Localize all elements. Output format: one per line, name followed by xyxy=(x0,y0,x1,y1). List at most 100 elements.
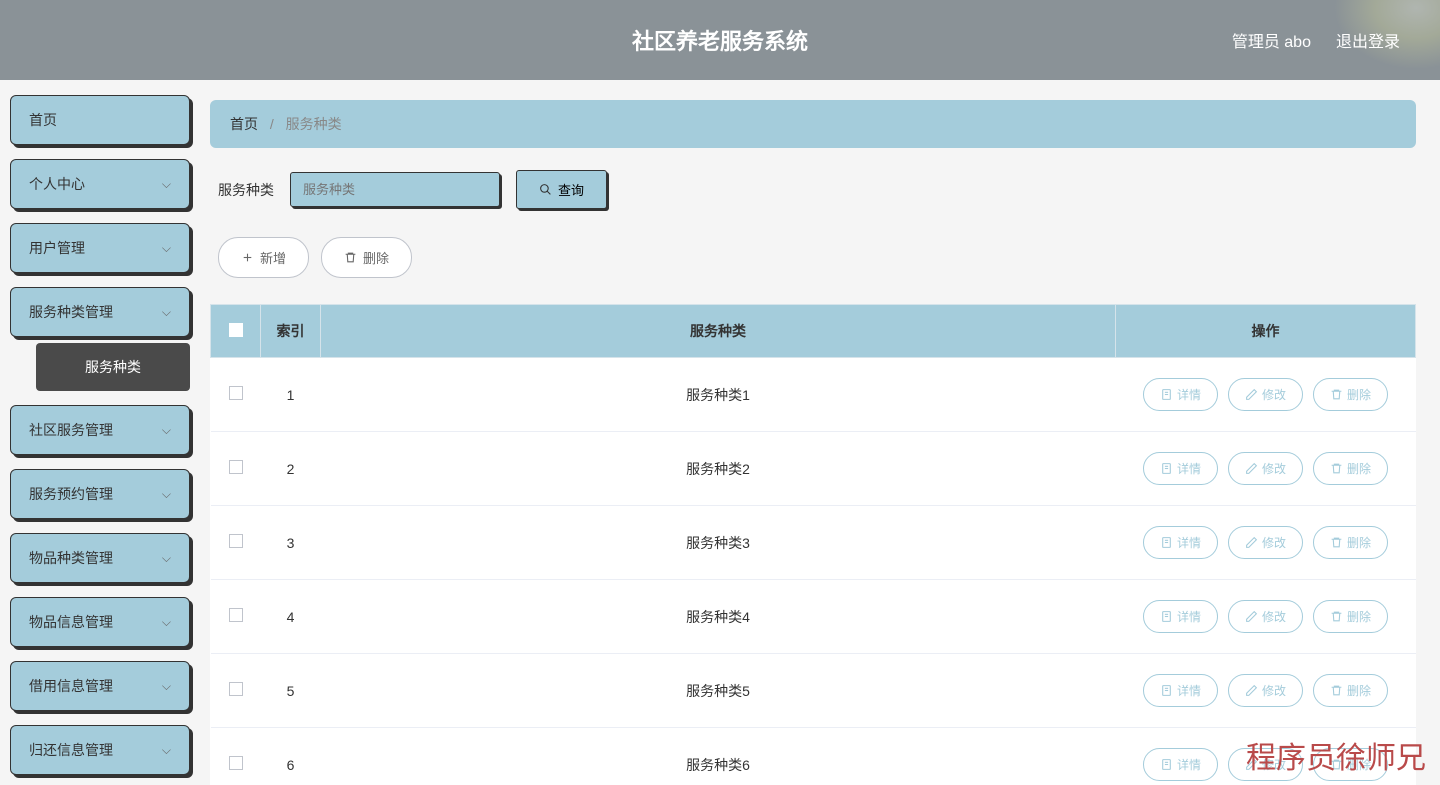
row-delete-button[interactable]: 删除 xyxy=(1313,452,1388,485)
row-checkbox[interactable] xyxy=(229,682,243,696)
row-checkbox[interactable] xyxy=(229,608,243,622)
sidebar-item-6[interactable]: 物品种类管理 ⌵ xyxy=(10,533,190,583)
sidebar-item-label: 用户管理 xyxy=(29,238,85,258)
chevron-down-icon: ⌵ xyxy=(162,615,171,630)
cell-name: 服务种类2 xyxy=(321,432,1116,506)
chevron-down-icon: ⌵ xyxy=(162,551,171,566)
cell-index: 1 xyxy=(261,358,321,432)
table-row: 6服务种类6详情修改删除 xyxy=(211,728,1416,785)
search-button[interactable]: 查询 xyxy=(516,170,607,209)
row-delete-button-label: 删除 xyxy=(1347,386,1371,403)
detail-button[interactable]: 详情 xyxy=(1143,674,1218,707)
trash-icon xyxy=(1330,610,1343,623)
edit-button[interactable]: 修改 xyxy=(1228,526,1303,559)
document-icon xyxy=(1160,388,1173,401)
row-delete-button-label: 删除 xyxy=(1347,756,1371,773)
cell-index: 2 xyxy=(261,432,321,506)
sidebar-item-2[interactable]: 用户管理⌵ xyxy=(10,223,190,273)
detail-button-label: 详情 xyxy=(1177,386,1201,403)
col-name: 服务种类 xyxy=(321,305,1116,358)
app-title: 社区养老服务系统 xyxy=(632,24,808,56)
select-all-checkbox[interactable] xyxy=(229,323,243,337)
row-checkbox[interactable] xyxy=(229,534,243,548)
row-checkbox[interactable] xyxy=(229,386,243,400)
edit-button[interactable]: 修改 xyxy=(1228,600,1303,633)
detail-button[interactable]: 详情 xyxy=(1143,748,1218,781)
trash-icon xyxy=(1330,758,1343,771)
edit-icon xyxy=(1245,462,1258,475)
sidebar-item-8[interactable]: 借用信息管理⌵ xyxy=(10,661,190,711)
cell-name: 服务种类3 xyxy=(321,506,1116,580)
row-delete-button[interactable]: 删除 xyxy=(1313,378,1388,411)
edit-button[interactable]: 修改 xyxy=(1228,748,1303,781)
row-delete-button-label: 删除 xyxy=(1347,534,1371,551)
sidebar-item-3[interactable]: 服务种类管理⌵ xyxy=(10,287,190,337)
delete-button-label: 删除 xyxy=(363,248,389,267)
sidebar-item-4[interactable]: 社区服务管理⌵ xyxy=(10,405,190,455)
search-row: 服务种类 查询 xyxy=(210,170,1416,209)
sidebar-item-label: 物品种类管理 xyxy=(29,548,113,568)
row-checkbox[interactable] xyxy=(229,460,243,474)
row-delete-button-label: 删除 xyxy=(1347,608,1371,625)
breadcrumb-home[interactable]: 首页 xyxy=(230,116,258,132)
plus-icon xyxy=(241,251,254,264)
document-icon xyxy=(1160,462,1173,475)
table-row: 5服务种类5详情修改删除 xyxy=(211,654,1416,728)
search-icon xyxy=(539,183,552,196)
add-button[interactable]: 新增 xyxy=(218,237,309,278)
detail-button-label: 详情 xyxy=(1177,682,1201,699)
delete-button[interactable]: 删除 xyxy=(321,237,412,278)
search-button-label: 查询 xyxy=(558,180,584,199)
row-delete-button[interactable]: 删除 xyxy=(1313,600,1388,633)
detail-button[interactable]: 详情 xyxy=(1143,600,1218,633)
sidebar-subitem[interactable]: 服务种类 xyxy=(36,343,190,391)
row-delete-button[interactable]: 删除 xyxy=(1313,674,1388,707)
table-row: 2服务种类2 详情修改删除 xyxy=(211,432,1416,506)
row-delete-button[interactable]: 删除 xyxy=(1313,526,1388,559)
trash-icon xyxy=(1330,388,1343,401)
sidebar-item-1[interactable]: 个人中心⌵ xyxy=(10,159,190,209)
row-checkbox[interactable] xyxy=(229,756,243,770)
row-delete-button[interactable]: 删除 xyxy=(1313,748,1388,781)
chevron-down-icon: ⌵ xyxy=(162,177,171,192)
edit-icon xyxy=(1245,684,1258,697)
action-row: 新增 删除 xyxy=(210,237,1416,278)
document-icon xyxy=(1160,610,1173,623)
sidebar-item-label: 服务预约管理 xyxy=(29,484,113,504)
detail-button[interactable]: 详情 xyxy=(1143,526,1218,559)
edit-icon xyxy=(1245,388,1258,401)
add-button-label: 新增 xyxy=(260,248,286,267)
sidebar-item-5[interactable]: 服务预约管理 ⌵ xyxy=(10,469,190,519)
user-label[interactable]: 管理员 abo xyxy=(1232,28,1311,52)
cell-index: 4 xyxy=(261,580,321,654)
edit-button[interactable]: 修改 xyxy=(1228,378,1303,411)
search-input[interactable] xyxy=(290,172,500,207)
app-header: 社区养老服务系统 管理员 abo 退出登录 xyxy=(0,0,1440,80)
chevron-down-icon: ⌵ xyxy=(162,423,171,438)
document-icon xyxy=(1160,758,1173,771)
trash-icon xyxy=(1330,462,1343,475)
table-row: 1服务种类1详情修改删除 xyxy=(211,358,1416,432)
table-row: 4服务种类4详情修改删除 xyxy=(211,580,1416,654)
search-label: 服务种类 xyxy=(218,180,274,200)
col-index: 索引 xyxy=(261,305,321,358)
document-icon xyxy=(1160,536,1173,549)
edit-icon xyxy=(1245,758,1258,771)
trash-icon xyxy=(1330,684,1343,697)
edit-button[interactable]: 修改 xyxy=(1228,674,1303,707)
document-icon xyxy=(1160,684,1173,697)
sidebar-item-label: 物品信息管理 xyxy=(29,612,113,632)
detail-button[interactable]: 详情 xyxy=(1143,452,1218,485)
cell-index: 6 xyxy=(261,728,321,785)
sidebar-item-7[interactable]: 物品信息管理 ⌵ xyxy=(10,597,190,647)
edit-button[interactable]: 修改 xyxy=(1228,452,1303,485)
sidebar-item-label: 归还信息管理 xyxy=(29,740,113,760)
sidebar: 首页个人中心⌵用户管理⌵服务种类管理⌵服务种类社区服务管理⌵服务预约管理⌵物品种… xyxy=(0,80,200,785)
detail-button[interactable]: 详情 xyxy=(1143,378,1218,411)
sidebar-item-9[interactable]: 归还信息管理⌵ xyxy=(10,725,190,775)
edit-icon xyxy=(1245,610,1258,623)
sidebar-item-0[interactable]: 首页 xyxy=(10,95,190,145)
chevron-down-icon: ⌵ xyxy=(162,487,171,502)
logout-link[interactable]: 退出登录 xyxy=(1336,28,1400,52)
chevron-down-icon: ⌵ xyxy=(162,679,171,694)
